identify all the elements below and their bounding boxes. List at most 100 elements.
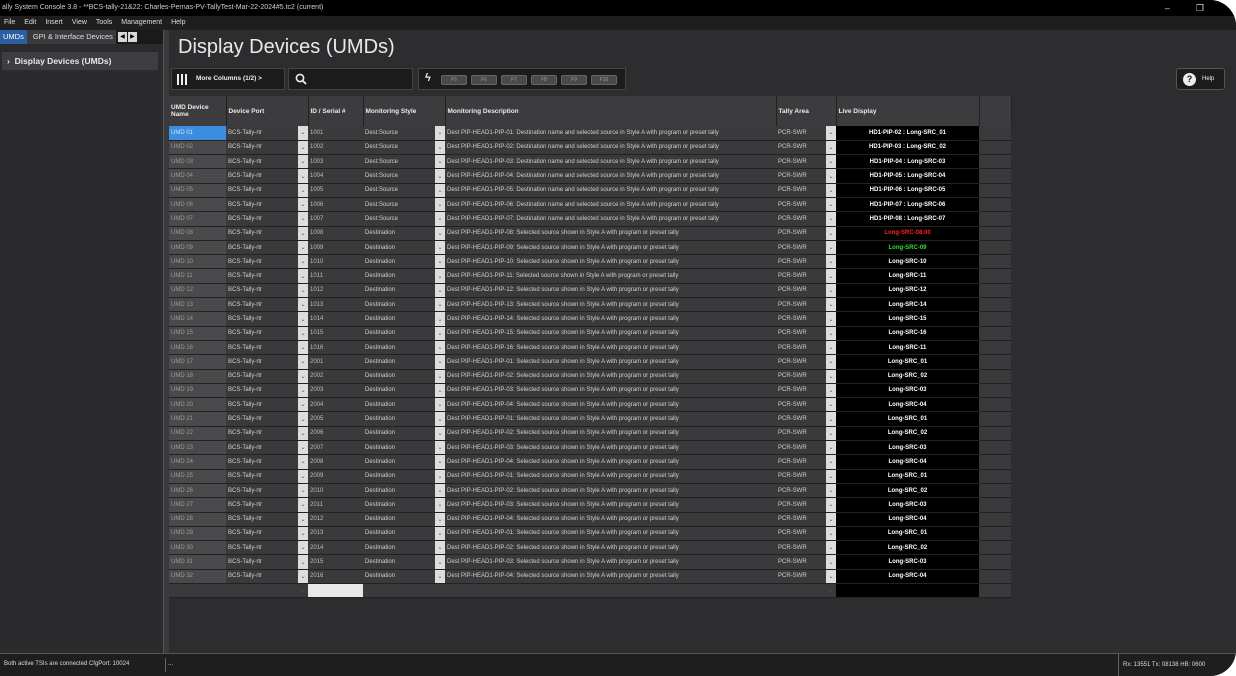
umd-name-cell[interactable]: UMD 27	[169, 497, 226, 513]
monitoring-description-cell[interactable]: Dest PIP-HEAD1-PIP-03: Selected source s…	[445, 383, 776, 399]
device-port-cell[interactable]: BCS-Tally-rtr	[226, 254, 298, 270]
monitoring-style-dropdown-icon[interactable]: ⌄	[435, 240, 445, 256]
device-port-cell[interactable]: BCS-Tally-rtr	[226, 211, 298, 227]
f10-button[interactable]: F10	[591, 75, 617, 85]
monitoring-description-cell[interactable]: Dest PIP-HEAD1-PIP-04: Selected source s…	[445, 397, 776, 413]
tally-area-cell[interactable]: PCR-SWR	[776, 297, 826, 313]
id-serial-cell[interactable]: 1016	[308, 340, 363, 356]
id-serial-cell[interactable]: 1014	[308, 311, 363, 327]
tally-area-dropdown-icon[interactable]: ⌄	[826, 140, 836, 156]
id-serial-cell[interactable]: 2002	[308, 369, 363, 384]
table-row[interactable]: UMD 12 BCS-Tally-rtr ⌄ 1012 Destination ⌄ Dest…	[169, 283, 1011, 299]
tally-area-dropdown-icon[interactable]: ⌄	[826, 268, 836, 284]
id-serial-cell[interactable]: 1012	[308, 283, 363, 299]
table-row[interactable]: UMD 20 BCS-Tally-rtr ⌄ 2004 Destination ⌄ Dest…	[169, 397, 1011, 413]
monitoring-style-cell[interactable]: Destination	[363, 354, 435, 370]
monitoring-style-dropdown-icon[interactable]: ⌄	[435, 483, 445, 499]
tab-umds[interactable]: UMDs	[0, 30, 27, 44]
tally-area-dropdown-icon[interactable]: ⌄	[826, 283, 836, 299]
monitoring-style-dropdown-icon[interactable]: ⌄	[435, 512, 445, 527]
table-row[interactable]: UMD 25 BCS-Tally-rtr ⌄ 2009 Destination ⌄ Dest…	[169, 469, 1011, 484]
monitoring-style-dropdown-icon[interactable]: ⌄	[435, 183, 445, 198]
monitoring-description-cell[interactable]: Dest PIP-HEAD1-PIP-02: Destination name …	[445, 140, 776, 156]
tally-area-cell[interactable]: PCR-SWR	[776, 240, 826, 256]
id-serial-cell[interactable]: 1001	[308, 126, 363, 141]
monitoring-description-cell[interactable]: Dest PIP-HEAD1-PIP-02: Selected source s…	[445, 483, 776, 499]
monitoring-description-cell[interactable]: Dest PIP-HEAD1-PIP-14: Selected source s…	[445, 311, 776, 327]
tally-area-dropdown-icon[interactable]: ⌄	[826, 383, 836, 399]
monitoring-style-cell[interactable]: Destination	[363, 440, 435, 456]
menu-help[interactable]: Help	[171, 16, 185, 30]
table-row[interactable]: UMD 14 BCS-Tally-rtr ⌄ 1014 Destination ⌄ Dest…	[169, 311, 1011, 327]
id-serial-cell[interactable]: 2012	[308, 512, 363, 527]
id-serial-cell[interactable]: 2003	[308, 383, 363, 399]
umd-name-cell[interactable]: UMD 30	[169, 540, 226, 556]
device-port-dropdown-icon[interactable]: ⌄	[298, 411, 308, 427]
monitoring-style-cell[interactable]: Destination	[363, 497, 435, 513]
umd-name-cell[interactable]: UMD 13	[169, 297, 226, 313]
f7-button[interactable]: F7	[501, 75, 527, 85]
tally-area-cell[interactable]: PCR-SWR	[776, 354, 826, 370]
table-row[interactable]: UMD 30 BCS-Tally-rtr ⌄ 2014 Destination ⌄ Dest…	[169, 540, 1011, 556]
umd-name-cell[interactable]: UMD 02	[169, 140, 226, 156]
umd-name-cell[interactable]: UMD 01	[169, 126, 226, 141]
monitoring-style-cell[interactable]: Destination	[363, 297, 435, 313]
table-row[interactable]: UMD 29 BCS-Tally-rtr ⌄ 2013 Destination ⌄ Dest…	[169, 526, 1011, 542]
id-serial-cell[interactable]: 2014	[308, 540, 363, 556]
tally-area-cell[interactable]: PCR-SWR	[776, 469, 826, 484]
new-row[interactable]: ⌄ ⌄ ⌄	[169, 583, 1011, 599]
table-row[interactable]: UMD 13 BCS-Tally-rtr ⌄ 1013 Destination ⌄ Dest…	[169, 297, 1011, 313]
col-header-monitoring-style[interactable]: Monitoring Style	[363, 96, 446, 126]
monitoring-style-cell[interactable]: Destination	[363, 454, 435, 470]
id-serial-cell[interactable]: 1011	[308, 268, 363, 284]
table-row[interactable]: UMD 09 BCS-Tally-rtr ⌄ 1009 Destination ⌄ Dest…	[169, 240, 1011, 256]
monitoring-style-cell[interactable]: Destination	[363, 311, 435, 327]
monitoring-description-cell[interactable]: Dest PIP-HEAD1-PIP-13: Selected source s…	[445, 297, 776, 313]
umd-name-cell[interactable]: UMD 07	[169, 211, 226, 227]
umd-name-cell[interactable]: UMD 23	[169, 440, 226, 456]
device-port-cell[interactable]: BCS-Tally-rtr	[226, 383, 298, 399]
monitoring-style-cell[interactable]: Dest:Source	[363, 126, 435, 141]
id-serial-cell[interactable]: 2007	[308, 440, 363, 456]
monitoring-style-cell[interactable]: Dest:Source	[363, 140, 435, 156]
monitoring-description-cell[interactable]: Dest PIP-HEAD1-PIP-02: Selected source s…	[445, 426, 776, 442]
tally-area-dropdown-icon[interactable]: ⌄	[826, 369, 836, 384]
new-row-id-cell[interactable]	[308, 583, 363, 599]
table-row[interactable]: UMD 04 BCS-Tally-rtr ⌄ 1004 Dest:Source ⌄ Dest…	[169, 168, 1011, 184]
table-row[interactable]: UMD 07 BCS-Tally-rtr ⌄ 1007 Dest:Source ⌄ Dest…	[169, 211, 1011, 227]
id-serial-cell[interactable]: 1006	[308, 197, 363, 213]
tally-area-dropdown-icon[interactable]: ⌄	[826, 240, 836, 256]
monitoring-style-dropdown-icon[interactable]: ⌄	[435, 454, 445, 470]
umd-name-cell[interactable]: UMD 22	[169, 426, 226, 442]
monitoring-style-dropdown-icon[interactable]: ⌄	[435, 411, 445, 427]
monitoring-description-cell[interactable]: Dest PIP-HEAD1-PIP-03: Destination name …	[445, 154, 776, 170]
table-row[interactable]: UMD 06 BCS-Tally-rtr ⌄ 1006 Dest:Source ⌄ Dest…	[169, 197, 1011, 213]
device-port-cell[interactable]: BCS-Tally-rtr	[226, 454, 298, 470]
monitoring-style-dropdown-icon[interactable]: ⌄	[435, 397, 445, 413]
monitoring-style-cell[interactable]: Destination	[363, 240, 435, 256]
monitoring-description-cell[interactable]: Dest PIP-HEAD1-PIP-03: Selected source s…	[445, 554, 776, 570]
monitoring-description-cell[interactable]: Dest PIP-HEAD1-PIP-05: Destination name …	[445, 183, 776, 198]
table-row[interactable]: UMD 10 BCS-Tally-rtr ⌄ 1010 Destination ⌄ Dest…	[169, 254, 1011, 270]
device-port-dropdown-icon[interactable]: ⌄	[298, 440, 308, 456]
f8-button[interactable]: F8	[531, 75, 557, 85]
monitoring-description-cell[interactable]: Dest PIP-HEAD1-PIP-16: Selected source s…	[445, 340, 776, 356]
tally-area-cell[interactable]: PCR-SWR	[776, 454, 826, 470]
monitoring-style-cell[interactable]: Destination	[363, 268, 435, 284]
id-serial-cell[interactable]: 1009	[308, 240, 363, 256]
tally-area-dropdown-icon[interactable]: ⌄	[826, 483, 836, 499]
monitoring-description-cell[interactable]: Dest PIP-HEAD1-PIP-01: Selected source s…	[445, 354, 776, 370]
tally-area-dropdown-icon[interactable]: ⌄	[826, 426, 836, 442]
id-serial-cell[interactable]: 2015	[308, 554, 363, 570]
device-port-cell[interactable]: BCS-Tally-rtr	[226, 197, 298, 213]
device-port-cell[interactable]: BCS-Tally-rtr	[226, 440, 298, 456]
id-serial-cell[interactable]: 1008	[308, 226, 363, 241]
tally-area-cell[interactable]: PCR-SWR	[776, 569, 826, 585]
tally-area-dropdown-icon[interactable]: ⌄	[826, 254, 836, 270]
device-port-cell[interactable]: BCS-Tally-rtr	[226, 569, 298, 585]
table-row[interactable]: UMD 27 BCS-Tally-rtr ⌄ 2011 Destination ⌄ Dest…	[169, 497, 1011, 513]
device-port-dropdown-icon[interactable]: ⌄	[298, 540, 308, 556]
umd-name-cell[interactable]: UMD 15	[169, 326, 226, 341]
monitoring-style-cell[interactable]: Destination	[363, 540, 435, 556]
monitoring-style-cell[interactable]: Dest:Source	[363, 154, 435, 170]
